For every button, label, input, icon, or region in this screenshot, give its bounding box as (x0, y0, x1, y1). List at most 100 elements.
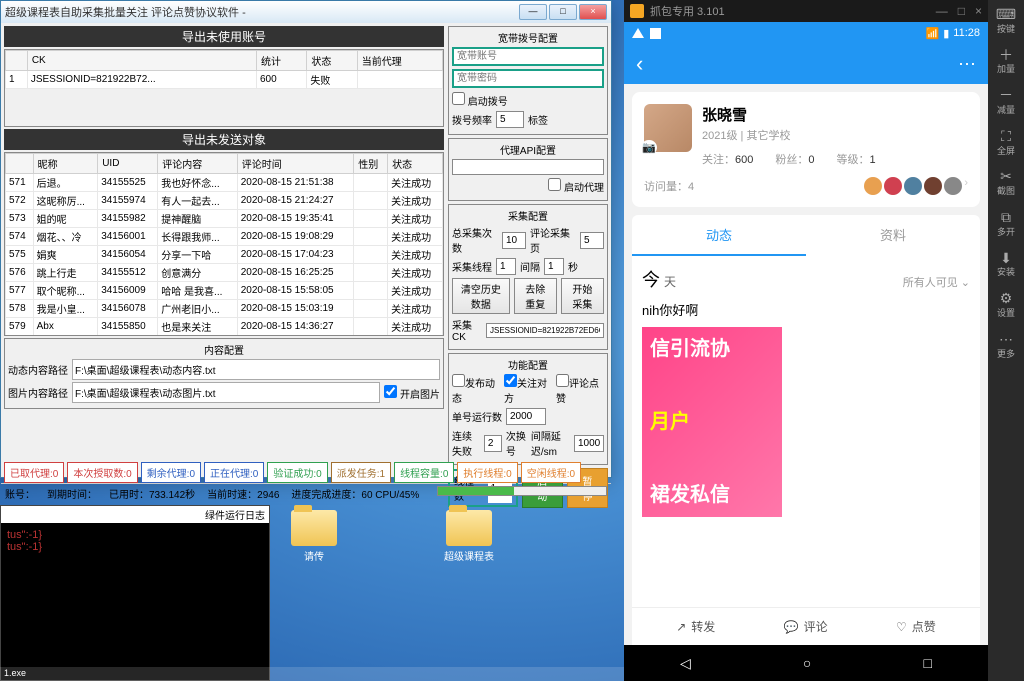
app-title: 超级课程表自助采集批量关注 评论点赞协议软件 - (5, 4, 246, 20)
bb-password-input[interactable] (452, 69, 604, 88)
table-row[interactable]: 1JSESSIONID=821922B72...600失败 (6, 71, 443, 89)
bb-account-input[interactable] (452, 47, 604, 66)
enable-proxy-checkbox[interactable]: 启动代理 (548, 178, 604, 194)
app-header: ‹ ⋯ (624, 44, 988, 84)
proxy-title: 代理API配置 (452, 142, 604, 157)
profile-card: 张晓雪 2021级 | 其它学校 关注：600 粉丝：0 等级：1 访问量：4 (632, 92, 980, 207)
sidebar-item[interactable]: ＋加量 (997, 47, 1015, 76)
col-thread-input[interactable] (496, 258, 516, 275)
taskbar[interactable]: 1.exe (0, 667, 624, 681)
post-actions: ↗ 转发 💬 评论 ♡ 点赞 (632, 607, 980, 645)
foot-time: 到期时间： (47, 486, 97, 501)
console-body: tus":-1}tus":-1} (1, 523, 269, 559)
ck-input[interactable] (486, 323, 604, 338)
run-count-input[interactable] (506, 408, 546, 425)
dyn-path-input[interactable]: F:\桌面\超级课程表\动态内容.txt (72, 359, 440, 380)
avatar[interactable] (644, 104, 692, 152)
dialup-title: 宽带拨号配置 (452, 30, 604, 45)
profile-sub: 2021级 | 其它学校 (702, 127, 876, 143)
function-box: 功能配置 发布动态 关注对方 评论点赞 单号运行数 连续失败 次换号 间隔延迟/… (448, 353, 608, 465)
table-row[interactable]: 575娟爽34156054分享一下哈2020-08-15 17:04:23关注成… (6, 246, 443, 264)
table-row[interactable]: 580小米姨34156102也未联系人...2020-08-15 14:09:0… (6, 336, 443, 337)
sidebar-item[interactable]: ✂截图 (997, 168, 1015, 197)
desktop-folder[interactable]: 请传 (285, 510, 343, 563)
table-row[interactable]: 577取个昵称...34156009哈哈 是我喜...2020-08-15 15… (6, 282, 443, 300)
profile-tabs: 动态 资料 (632, 215, 980, 256)
fail-input[interactable] (484, 435, 502, 452)
warning-icon (632, 28, 644, 38)
collect-title: 采集配置 (452, 208, 604, 223)
table-row[interactable]: 579Abx34155850也是来关注2020-08-15 14:36:27关注… (6, 318, 443, 336)
proxy-api-input[interactable] (452, 159, 604, 175)
sidebar-item[interactable]: ⋯更多 (997, 331, 1015, 360)
table-row[interactable]: 573姐的呢34155982提神醒脑2020-08-15 19:35:41关注成… (6, 210, 443, 228)
close-button[interactable]: × (579, 4, 607, 20)
stat-badge: 已取代理:0 (4, 462, 64, 483)
enable-dialup-checkbox[interactable]: 启动拨号 (452, 92, 508, 108)
sidebar-item[interactable]: ⧉多开 (997, 209, 1015, 238)
sidebar-item[interactable]: ⬇安装 (997, 250, 1015, 279)
emu-min-icon[interactable]: — (936, 4, 948, 18)
stat-badge: 派发任务:1 (331, 462, 391, 483)
start-collect-button[interactable]: 开始采集 (561, 278, 604, 314)
config-column: 宽带拨号配置 启动拨号 拨号频率 标签 代理API配置 启动代理 (448, 26, 608, 511)
targets-table-wrap[interactable]: 昵称UID评论内容评论时间性别状态571后退。34155525我也好怀念...2… (4, 152, 444, 336)
targets-table: 昵称UID评论内容评论时间性别状态571后退。34155525我也好怀念...2… (5, 153, 443, 336)
table-row[interactable]: 578我是小皇...34156078广州老旧小...2020-08-15 15:… (6, 300, 443, 318)
proxy-box: 代理API配置 启动代理 (448, 138, 608, 201)
follow-checkbox[interactable]: 关注对方 (504, 374, 552, 405)
freq-label: 拨号频率 (452, 112, 492, 127)
sidebar-item[interactable]: ⛶全屏 (997, 128, 1015, 157)
tab-info[interactable]: 资料 (806, 215, 980, 256)
table-row[interactable]: 576跳上行走34155512创意满分2020-08-15 16:25:25关注… (6, 264, 443, 282)
table-row[interactable]: 572这昵称厉...34155974有人一起去...2020-08-15 21:… (6, 192, 443, 210)
freq-input[interactable] (496, 111, 524, 128)
console-title: 绿件运行日志 (1, 506, 269, 523)
sidebar-item[interactable]: ⌨按键 (996, 6, 1016, 35)
nav-recent-icon[interactable]: □ (923, 655, 931, 671)
pages-input[interactable] (580, 232, 604, 249)
desktop-folder[interactable]: 超级课程表 (440, 510, 498, 563)
delay-input[interactable] (574, 435, 604, 452)
emu-close-icon[interactable]: × (975, 4, 982, 18)
share-button[interactable]: ↗ 转发 (676, 618, 715, 635)
titlebar[interactable]: 超级课程表自助采集批量关注 评论点赞协议软件 - — □ × (1, 1, 611, 23)
visibility-selector[interactable]: 所有人可见 ⌄ (903, 274, 970, 290)
emulator-window: 抓包专用 3.101 — □ × 📶 ▮ 11:28 ‹ ⋯ (624, 0, 1024, 681)
like-button[interactable]: ♡ 点赞 (896, 618, 936, 635)
like-checkbox[interactable]: 评论点赞 (556, 374, 604, 405)
accounts-table-wrap[interactable]: CK统计状态当前代理1JSESSIONID=821922B72...600失败 (4, 49, 444, 127)
visit-count: 访问量：4 (644, 178, 694, 194)
back-icon[interactable]: ‹ (636, 51, 643, 77)
interval-input[interactable] (544, 258, 564, 275)
foot-account: 账号： (5, 486, 35, 501)
stat-badge: 剩余代理:0 (141, 462, 201, 483)
dedupe-button[interactable]: 去除重复 (514, 278, 557, 314)
emu-max-icon[interactable]: □ (958, 4, 965, 18)
table-row[interactable]: 574烟花、、冷34156001长得跟我师...2020-08-15 19:08… (6, 228, 443, 246)
emulator-icon (630, 4, 644, 18)
sidebar-item[interactable]: －减量 (997, 87, 1015, 116)
post-image[interactable]: 信引流协月户裙发私信 (642, 327, 782, 517)
tab-posts[interactable]: 动态 (632, 215, 806, 256)
nav-home-icon[interactable]: ○ (803, 655, 811, 671)
feed[interactable]: 今 天 所有人可见 ⌄ nih你好啊 信引流协月户裙发私信 (632, 256, 980, 607)
publish-checkbox[interactable]: 发布动态 (452, 374, 500, 405)
comment-button[interactable]: 💬 评论 (784, 618, 828, 635)
emulator-titlebar[interactable]: 抓包专用 3.101 — □ × (624, 0, 988, 22)
console-window[interactable]: 绿件运行日志 tus":-1}tus":-1} (0, 505, 270, 681)
clear-history-button[interactable]: 清空历史数据 (452, 278, 510, 314)
sidebar-item[interactable]: ⚙设置 (997, 290, 1015, 319)
profile-stats: 关注：600 粉丝：0 等级：1 (702, 151, 876, 167)
total-input[interactable] (502, 232, 526, 249)
img-checkbox[interactable]: 开启图片 (384, 385, 440, 401)
nav-back-icon[interactable]: ◁ (680, 655, 691, 672)
more-icon[interactable]: ⋯ (958, 54, 976, 75)
stat-badge: 验证成功:0 (267, 462, 327, 483)
visitor-avatars[interactable]: › (864, 177, 968, 195)
img-path-input[interactable]: F:\桌面\超级课程表\动态图片.txt (72, 382, 380, 403)
table-row[interactable]: 571后退。34155525我也好怀念...2020-08-15 21:51:3… (6, 174, 443, 192)
maximize-button[interactable]: □ (549, 4, 577, 20)
emulator-sidebar: ⌨按键 ＋加量 －减量 ⛶全屏 ✂截图 ⧉多开 ⬇安装 ⚙设置 ⋯更多 (988, 0, 1024, 681)
minimize-button[interactable]: — (519, 4, 547, 20)
